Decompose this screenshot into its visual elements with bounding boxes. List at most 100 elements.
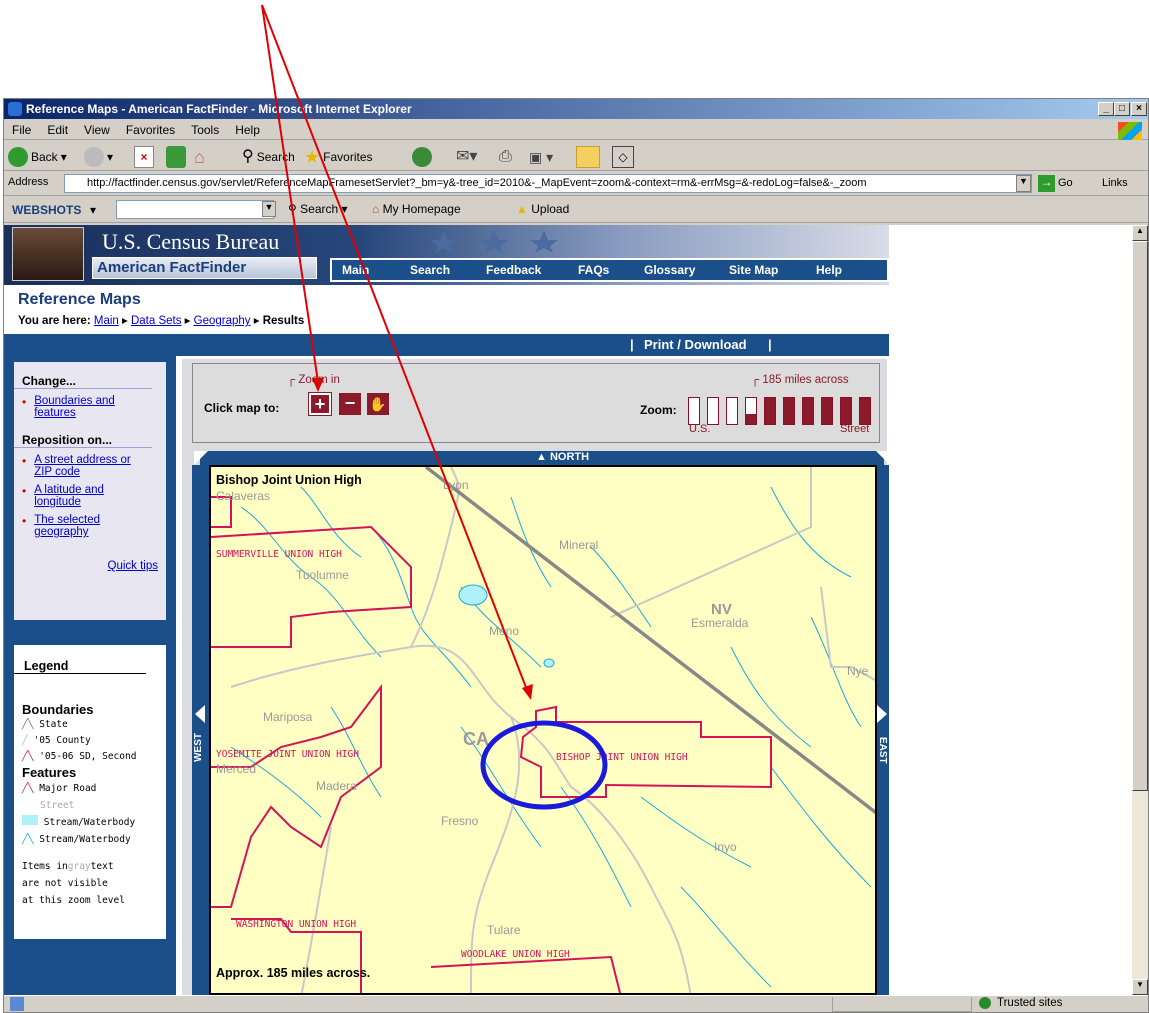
street-address-link[interactable]: A street address or ZIP code: [34, 454, 144, 478]
nav-feedback[interactable]: Feedback: [486, 263, 541, 277]
quick-tips-link[interactable]: Quick tips: [108, 560, 159, 572]
zoom-label: Zoom:: [640, 403, 677, 417]
security-zone: Trusted sites: [997, 997, 1063, 1009]
pan-hand-button[interactable]: ✋: [367, 393, 389, 415]
ne-corner-arrow-icon[interactable]: [874, 451, 890, 467]
label-bishop: BISHOP JOINT UNION HIGH: [556, 752, 688, 763]
window-title: Reference Maps - American FactFinder - M…: [4, 99, 1148, 119]
reference-map[interactable]: Bishop Joint Union High Calaveras Lyon S…: [209, 465, 877, 995]
label-esmeralda: Esmeralda: [691, 616, 749, 630]
north-label: ▲ NORTH: [536, 451, 590, 463]
change-panel: Change... • Boundaries and features Repos…: [14, 362, 166, 620]
webshots-search-input[interactable]: [116, 200, 274, 219]
zoom-level-6[interactable]: [783, 397, 795, 425]
home-icon[interactable]: ⌂: [194, 146, 218, 168]
scroll-down-icon[interactable]: ▼: [1132, 979, 1148, 995]
address-input[interactable]: http://factfinder.census.gov/servlet/Ref…: [64, 174, 1032, 193]
my-homepage-button[interactable]: ⌂ My Homepage: [372, 202, 461, 216]
breadcrumb-main[interactable]: Main: [94, 315, 119, 327]
zoom-level-3[interactable]: [726, 397, 738, 425]
links-button[interactable]: Links: [1102, 177, 1128, 189]
upload-button[interactable]: ▲ Upload: [516, 202, 569, 216]
change-heading: Change...: [14, 362, 152, 389]
legend-major-road: ╱╲ Major Road: [22, 783, 97, 794]
west-pan-bar[interactable]: WEST: [192, 465, 209, 995]
nav-faqs[interactable]: FAQs: [578, 263, 609, 277]
webshots-dropdown-icon[interactable]: ▼: [262, 201, 276, 217]
back-button[interactable]: Back ▾: [8, 146, 67, 168]
zoom-level-5[interactable]: [764, 397, 776, 425]
zoom-level-8[interactable]: [821, 397, 833, 425]
menu-file[interactable]: File: [4, 120, 39, 140]
zoom-level-4[interactable]: [745, 397, 757, 425]
stars-decoration: [430, 230, 558, 253]
menu-bar: File Edit View Favorites Tools Help: [4, 120, 1148, 140]
menu-help[interactable]: Help: [227, 120, 268, 140]
close-button[interactable]: ×: [1131, 102, 1147, 116]
forward-button[interactable]: ▾: [84, 146, 113, 168]
nav-search[interactable]: Search: [410, 263, 450, 277]
portrait-image: [12, 227, 84, 281]
webshots-logo[interactable]: WEBSHOTS: [12, 203, 81, 217]
folder-icon[interactable]: [576, 146, 600, 168]
menu-favorites[interactable]: Favorites: [118, 120, 183, 140]
nw-corner-arrow-icon[interactable]: [194, 451, 210, 467]
scroll-thumb[interactable]: [1132, 241, 1148, 791]
maximize-button[interactable]: □: [1114, 102, 1130, 116]
west-arrow-icon[interactable]: [193, 703, 207, 725]
american-factfinder-logo[interactable]: American FactFinder: [92, 257, 317, 279]
west-label: WEST: [193, 733, 204, 762]
east-pan-bar[interactable]: EAST: [877, 465, 889, 995]
legend-county: ╱ '05 County: [22, 735, 91, 746]
mail-icon[interactable]: ✉▾: [456, 146, 477, 168]
zoom-max-label: Street: [840, 423, 870, 435]
favorites-button[interactable]: ★ Favorites: [304, 146, 373, 168]
page-icon: [10, 997, 24, 1011]
zoom-level-1[interactable]: [688, 397, 700, 425]
map-graphic: Bishop Joint Union High Calaveras Lyon S…: [211, 467, 875, 993]
selected-geography-link[interactable]: The selected geography: [34, 514, 124, 538]
minimize-button[interactable]: _: [1098, 102, 1114, 116]
state-line-icon: ╱╲: [22, 719, 34, 730]
stop-icon[interactable]: ×: [134, 146, 154, 168]
boundaries-features-link[interactable]: Boundaries and features: [34, 395, 134, 419]
zoom-level-7[interactable]: [802, 397, 814, 425]
address-dropdown-icon[interactable]: ▼: [1016, 175, 1031, 192]
north-pan-bar[interactable]: ▲ NORTH: [200, 451, 884, 465]
zoom-scale: [688, 225, 878, 435]
label-lyon: Lyon: [443, 478, 469, 492]
lat-long-link[interactable]: A latitude and longitude: [34, 484, 124, 508]
zoom-level-9[interactable]: [840, 397, 852, 425]
ie-icon: [8, 102, 22, 116]
webshots-search-button[interactable]: ⚲ Search ▾: [288, 202, 348, 216]
zoom-level-10[interactable]: [859, 397, 871, 425]
address-label: Address: [8, 176, 49, 188]
label-woodlake: WOODLAKE UNION HIGH: [461, 949, 570, 960]
word-icon[interactable]: ▣ ▾: [529, 146, 553, 168]
messenger-icon[interactable]: ◇: [612, 146, 634, 168]
menu-edit[interactable]: Edit: [39, 120, 76, 140]
windows-logo-icon: [1118, 122, 1142, 140]
nav-main[interactable]: Main: [342, 263, 369, 277]
zoom-level-2[interactable]: [707, 397, 719, 425]
breadcrumb-data-sets[interactable]: Data Sets: [131, 315, 182, 327]
legend-panel: Legend Boundaries ╱╲ State ╱ '05 County …: [14, 645, 166, 939]
east-arrow-icon[interactable]: [877, 703, 889, 725]
zoom-out-button[interactable]: −: [339, 393, 361, 415]
vertical-scrollbar[interactable]: ▲ ▼: [1132, 225, 1148, 995]
label-tulare: Tulare: [487, 923, 521, 937]
legend-street: Street: [40, 800, 75, 811]
menu-view[interactable]: View: [76, 120, 118, 140]
refresh-icon[interactable]: [166, 146, 186, 168]
zoom-in-button[interactable]: +: [308, 392, 332, 416]
go-button[interactable]: Go: [1058, 177, 1073, 189]
print-icon[interactable]: ⎙: [499, 146, 512, 168]
legend-note: Items ingraytext are not visible at this…: [22, 861, 125, 906]
search-button[interactable]: ⚲ Search: [242, 146, 295, 168]
go-arrow-icon[interactable]: →: [1038, 175, 1055, 192]
scroll-up-icon[interactable]: ▲: [1132, 225, 1148, 241]
history-icon[interactable]: [412, 146, 438, 168]
breadcrumb-geography[interactable]: Geography: [194, 315, 251, 327]
menu-tools[interactable]: Tools: [183, 120, 227, 140]
click-map-label: Click map to:: [204, 401, 280, 415]
